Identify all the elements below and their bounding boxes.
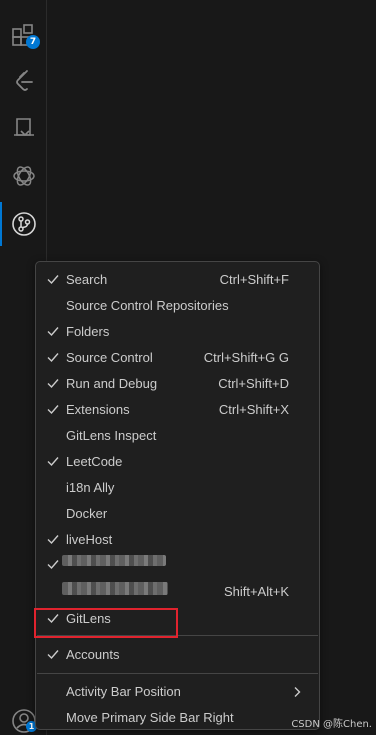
menu-item-leetcode[interactable]: LeetCode [40,449,315,475]
annotation-highlight-box [34,608,178,638]
activity-item-remote-explorer[interactable] [0,104,47,152]
menu-item-label: liveHost [66,532,113,547]
check-icon [47,405,59,415]
remote-explorer-icon [13,118,34,137]
check-icon [47,535,59,545]
keybinding: Ctrl+Shift+X [218,402,289,417]
keybinding: Ctrl+Shift+F [219,272,289,287]
check-icon [47,379,59,389]
keybinding: Shift+Alt+K [223,584,289,599]
menu-item-label: i18n Ally [66,480,115,495]
menu-item-label: Accounts [66,647,120,662]
menu-item-label: Search [66,272,108,287]
check-icon [47,353,59,363]
menu-item-activity-bar-position[interactable]: Activity Bar Position [40,679,315,705]
menu-item-label: LeetCode [66,454,123,469]
menu-item-label: Run and Debug [66,376,158,391]
keybinding: Ctrl+Shift+G G [203,350,289,365]
menu-item-extensions[interactable]: Extensions Ctrl+Shift+X [40,397,315,423]
menu-item-scm-repositories[interactable]: Source Control Repositories [40,293,315,319]
vscode-window: 7 1 Search Ctrl+Shift+F Source Control R… [0,0,376,735]
menu-item-redacted-1[interactable] [40,552,315,578]
redacted-label [62,582,168,595]
menu-item-docker[interactable]: Docker [40,501,315,527]
chatgpt-icon [12,166,35,186]
extensions-badge: 7 [26,35,40,49]
leetcode-icon [15,70,33,91]
check-icon [47,560,59,570]
check-icon [47,327,59,337]
menu-item-redacted-2[interactable]: Shift+Alt+K [40,579,315,605]
watermark: CSDN @陈Chen. [291,719,372,730]
check-icon [47,275,59,285]
check-icon [47,650,59,660]
menu-item-i18n-ally[interactable]: i18n Ally [40,475,315,501]
activity-item-chatgpt[interactable] [0,152,47,200]
menu-item-move-side-bar-right[interactable]: Move Primary Side Bar Right [40,705,315,731]
activity-item-source-control[interactable] [0,200,47,248]
menu-item-run-and-debug[interactable]: Run and Debug Ctrl+Shift+D [40,371,315,397]
menu-item-label: Extensions [66,402,130,417]
menu-separator [37,673,318,674]
menu-item-label: Folders [66,324,110,339]
redacted-label [62,555,166,566]
menu-item-label: Move Primary Side Bar Right [66,710,234,725]
source-control-icon [11,212,36,236]
chevron-right-icon [294,687,301,697]
menu-item-label: GitLens Inspect [66,428,157,443]
menu-item-livehost[interactable]: liveHost [40,527,315,553]
menu-item-folders[interactable]: Folders [40,319,315,345]
activity-bar-context-menu: Search Ctrl+Shift+F Source Control Repos… [35,261,320,730]
menu-item-source-control[interactable]: Source Control Ctrl+Shift+G G [40,345,315,371]
keybinding: Ctrl+Shift+D [218,376,289,391]
menu-item-label: Source Control [66,350,153,365]
menu-item-label: Activity Bar Position [66,684,181,699]
activity-item-extensions[interactable]: 7 [0,12,47,60]
menu-item-label: Docker [66,506,108,521]
check-icon [47,457,59,467]
menu-item-search[interactable]: Search Ctrl+Shift+F [40,267,315,293]
menu-item-accounts[interactable]: Accounts [40,642,315,668]
activity-item-leetcode[interactable] [0,57,47,105]
menu-item-gitlens-inspect[interactable]: GitLens Inspect [40,423,315,449]
menu-item-label: Source Control Repositories [66,298,229,313]
